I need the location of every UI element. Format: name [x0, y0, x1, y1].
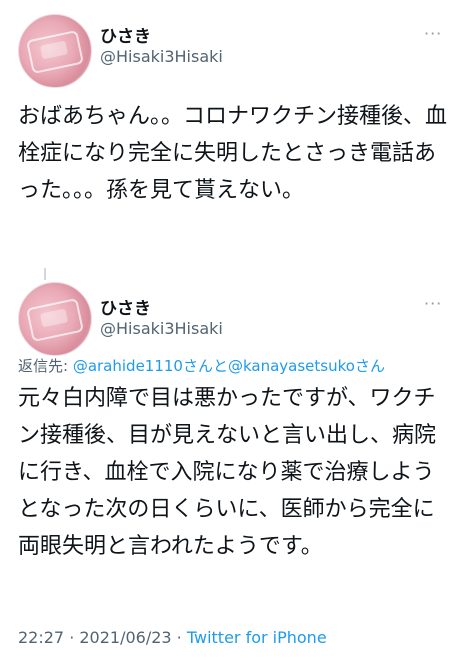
tweet-metadata: 22:27 · 2021/06/23 · Twitter for iPhone: [18, 628, 327, 647]
tweet-text: 元々白内障で目は悪かったですが、ワクチン接種後、目が見えないと言い出し、病院に行…: [18, 386, 437, 559]
more-options-icon[interactable]: ···: [424, 24, 442, 43]
user-handle[interactable]: @Hisaki3Hisaki: [100, 47, 223, 66]
separator: ·: [171, 628, 187, 647]
separator: ·: [64, 628, 80, 647]
timestamp-time[interactable]: 22:27: [18, 628, 64, 647]
display-name[interactable]: ひさき: [100, 22, 151, 47]
avatar[interactable]: [18, 14, 92, 88]
tweet-1: ひさき @Hisaki3Hisaki ··· おばあちゃん。。コロナワクチン接種…: [0, 0, 459, 270]
tweet-source-link[interactable]: Twitter for iPhone: [187, 628, 327, 647]
display-name[interactable]: ひさき: [100, 294, 151, 319]
thread-connector: [44, 268, 46, 280]
mention-link[interactable]: @arahide1110さんと: [73, 357, 228, 375]
reply-prefix: 返信先:: [18, 357, 73, 375]
reply-to-line: 返信先: @arahide1110さんと@kanayasetsukoさん: [18, 355, 385, 376]
avatar[interactable]: [18, 282, 92, 356]
more-options-icon[interactable]: ···: [424, 294, 442, 313]
mention-link[interactable]: @kanayasetsukoさん: [228, 357, 385, 375]
timestamp-date[interactable]: 2021/06/23: [79, 628, 171, 647]
tweet-text: おばあちゃん。。コロナワクチン接種後、血栓症になり完全に失明したとさっき電話あっ…: [18, 104, 448, 203]
user-handle[interactable]: @Hisaki3Hisaki: [100, 319, 223, 338]
